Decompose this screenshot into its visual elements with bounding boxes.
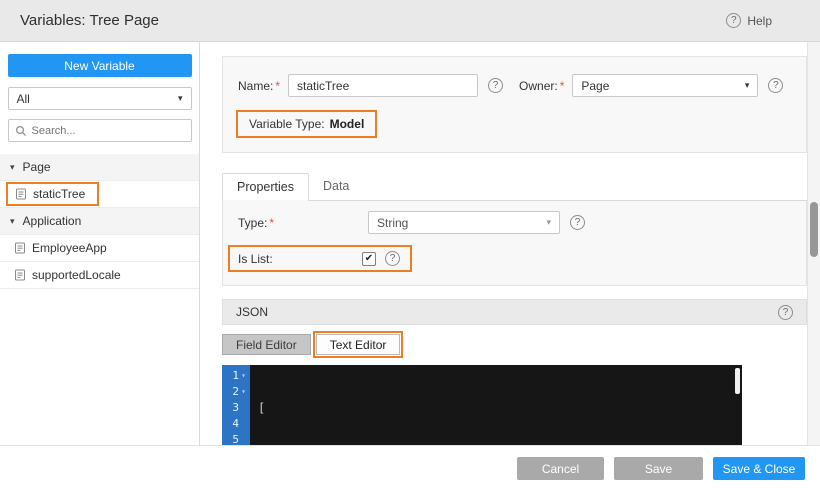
new-variable-button[interactable]: New Variable [7,54,192,77]
json-section-title: JSON [236,305,269,319]
is-list-help-icon[interactable]: ? [385,251,400,266]
caret-down-icon: ▾ [744,80,750,90]
variables-dialog: Variables: Tree Page ? Help New Variable… [0,0,820,491]
required-asterisk: * [559,78,565,93]
code-content[interactable]: [ { "label": "item1", "icon": "fa fa-ali… [250,365,742,445]
main-panel: Name:* ? Owner:* Page ▾ ? [200,42,807,445]
code-line: [ [258,401,266,415]
owner-label: Owner: * [519,78,565,93]
required-asterisk: * [269,215,275,230]
variables-sidebar: New Variable All ▾ ▾ Page [0,42,200,445]
name-input[interactable] [288,74,479,97]
main-scrollbar[interactable] [807,42,820,445]
annotation-highlight-staticTree: staticTree [6,182,100,206]
tree-item-label: staticTree [33,187,86,201]
name-help-icon[interactable]: ? [488,78,504,93]
name-label: Name: * [238,78,281,93]
json-code-editor[interactable]: 1▾ 2▾ 3 4 5 [ { "label": "item1", "icon"… [222,365,742,445]
line-number: 3 [232,401,239,414]
annotation-highlight-is-list: Is List: ✔ ? [228,245,412,272]
collapse-icon: ▾ [10,215,15,226]
editor-gutter: 1 ▾ 2 ▾ 3 4 5 [222,365,250,445]
dialog-body: New Variable All ▾ ▾ Page [0,42,820,445]
check-icon: ✔ [364,252,374,264]
tree-item-employeeApp[interactable]: EmployeeApp [0,235,199,262]
main-scrollbar-thumb[interactable] [810,202,818,257]
save-and-close-button[interactable]: Save & Close [713,457,805,480]
tree-item-staticTree[interactable]: staticTree [0,181,199,208]
line-number: 2 [232,385,239,398]
help-icon: ? [726,13,742,28]
line-number: 4 [232,417,239,430]
caret-down-icon: ▾ [177,93,183,103]
variable-filter-select[interactable]: All ▾ [7,87,192,110]
help-link[interactable]: ? Help [726,13,772,28]
editor-scrollbar[interactable] [735,368,740,394]
tab-data[interactable]: Data [309,173,363,200]
type-help-icon[interactable]: ? [570,215,585,230]
is-list-checkbox[interactable]: ✔ [362,251,376,266]
type-select[interactable]: String ▾ [368,211,560,234]
type-selected-value: String [377,215,409,230]
help-label: Help [747,13,772,28]
cancel-button[interactable]: Cancel [517,457,604,480]
model-variable-icon [15,269,25,281]
owner-selected-value: Page [581,78,610,93]
search-box[interactable] [7,119,192,142]
page-title: Variables: Tree Page [20,12,159,29]
is-list-label: Is List: [238,251,273,266]
tree-group-label: Application [22,214,82,228]
fold-icon[interactable]: ▾ [239,384,248,400]
owner-help-icon[interactable]: ? [768,78,784,93]
tree-group-label: Page [22,160,51,174]
dialog-header: Variables: Tree Page ? Help [0,0,820,42]
editor-mode-tabs: Field Editor Text Editor [222,331,807,358]
tab-properties[interactable]: Properties [222,173,309,201]
filter-selected-value: All [16,91,30,106]
required-asterisk: * [275,78,281,93]
text-editor-tab[interactable]: Text Editor [315,334,401,355]
line-number: 5 [232,433,239,445]
properties-panel: Type: * String ▾ ? Is List: ✔ ? [222,201,807,286]
fold-icon[interactable]: ▾ [239,368,248,384]
annotation-highlight-text-editor: Text Editor [312,331,404,358]
collapse-icon: ▾ [10,161,15,172]
search-icon [15,125,26,136]
search-input[interactable] [31,124,185,137]
variable-type-label: Variable Type: [249,117,325,131]
variable-form: Name:* ? Owner:* Page ▾ ? [222,56,807,153]
field-editor-tab[interactable]: Field Editor [222,334,311,355]
owner-select[interactable]: Page ▾ [572,74,759,97]
tree-group-page[interactable]: ▾ Page [0,154,199,181]
annotation-highlight-variable-type: Variable Type: Model [236,110,378,138]
tree-item-label: supportedLocale [32,268,121,282]
variable-type-value: Model [329,117,365,131]
json-section-header: JSON ? [222,299,807,325]
tree-item-supportedLocale[interactable]: supportedLocale [0,262,199,289]
dialog-footer: Cancel Save Save & Close [0,445,820,491]
model-variable-icon [16,188,26,200]
caret-down-icon: ▾ [546,217,551,227]
tree-group-application[interactable]: ▾ Application [0,208,199,235]
line-number: 1 [232,369,239,382]
model-variable-icon [15,242,25,254]
type-label: Type: * [238,215,275,230]
variables-tree: ▾ Page staticTree ▾ Application Employee… [0,154,199,289]
tree-item-label: EmployeeApp [32,241,107,255]
detail-tabs: Properties Data [222,173,807,201]
save-button[interactable]: Save [614,457,703,480]
json-help-icon[interactable]: ? [778,304,793,320]
